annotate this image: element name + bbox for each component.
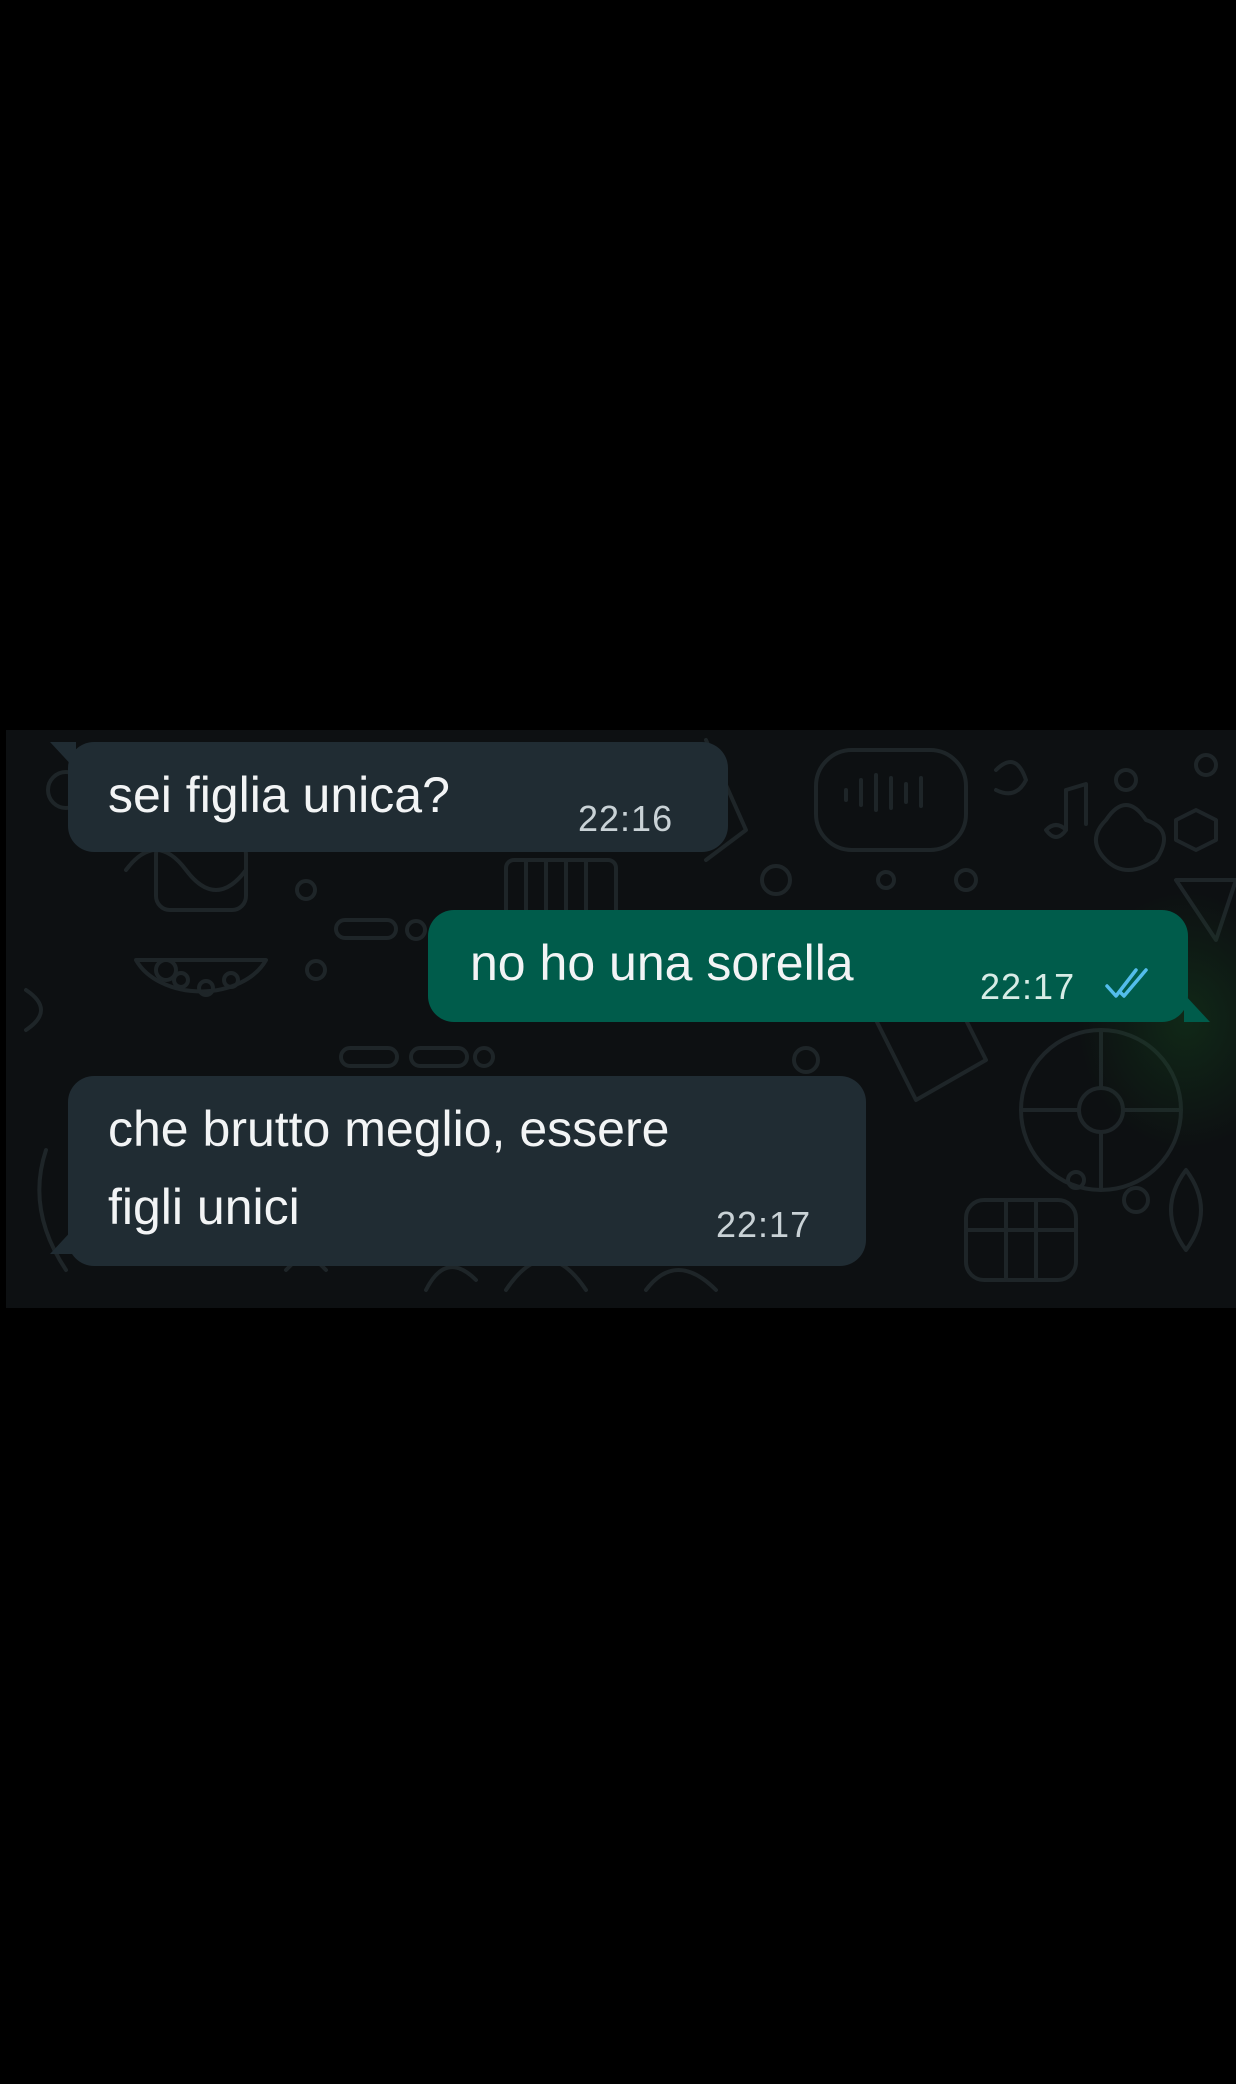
bubble-tail [50,742,76,770]
message-bubble-outgoing[interactable]: no ho una sorella 22:17 [428,910,1210,1022]
message-text: sei figlia unica? [108,767,450,823]
message-bubble-incoming[interactable]: che brutto meglio, essere figli unici 22… [50,1076,866,1266]
message-text: no ho una sorella [470,935,854,991]
double-check-icon [1105,968,1148,998]
message-bubble-incoming[interactable]: sei figlia unica? 22:16 [50,742,728,852]
bubble-tail [50,1226,76,1254]
message-timestamp: 22:17 [980,966,1076,1007]
message-text-line: figli unici [108,1179,300,1235]
message-timestamp: 22:17 [716,1204,812,1245]
message-timestamp: 22:16 [578,798,674,839]
chat-conversation[interactable]: sei figlia unica? 22:16 no ho una sorell… [6,730,1236,1308]
message-text-line: che brutto meglio, essere [108,1101,670,1157]
bubble-tail [1184,994,1210,1022]
page: sei figlia unica? 22:16 no ho una sorell… [0,0,1236,2084]
